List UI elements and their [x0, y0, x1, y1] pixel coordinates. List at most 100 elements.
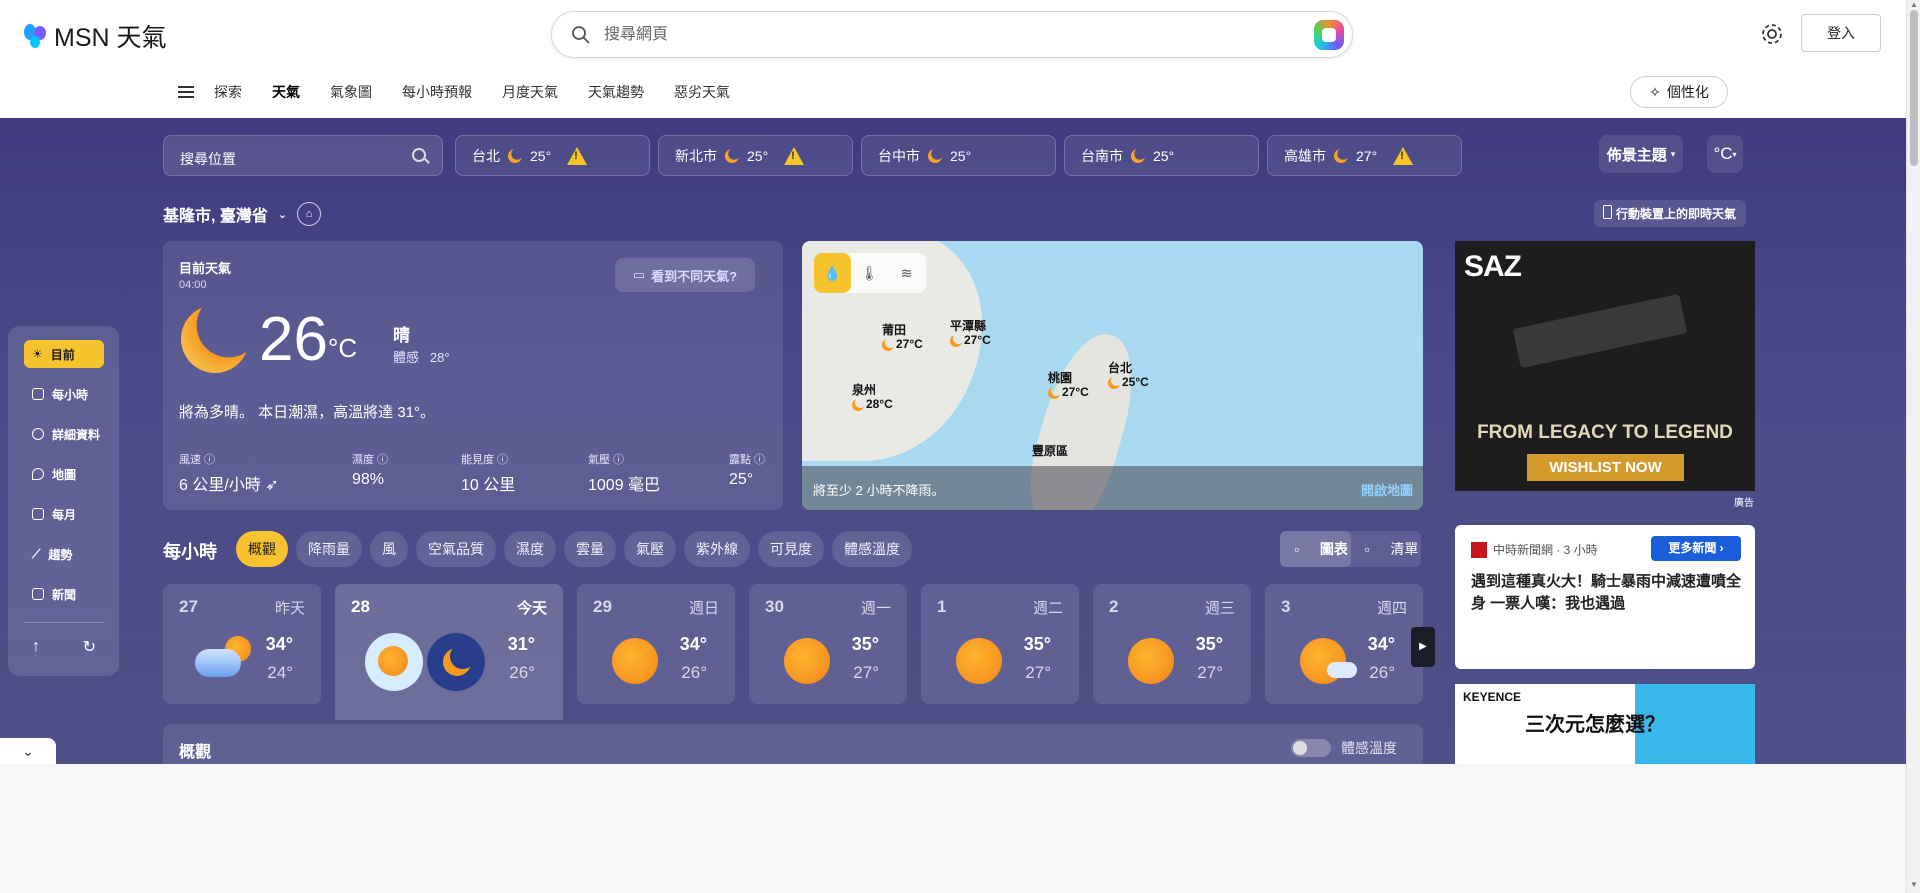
mobile-weather-link[interactable]: 行動裝置上的即時天氣: [1594, 200, 1747, 227]
menu-icon[interactable]: [178, 86, 194, 98]
chevron-down-icon[interactable]: ⌄: [278, 208, 287, 221]
ad-banner[interactable]: SAZ FROM LEGACY TO LEGEND WISHLIST NOW: [1455, 241, 1755, 491]
weather-map[interactable]: 💧 🌡 ≋ 莆田 27°C 平潭縣 27°C 泉州 28°C 桃園 27°C 台北 25°…: [802, 241, 1423, 510]
web-search-box[interactable]: [551, 11, 1353, 58]
pill-air-quality[interactable]: 空氣品質: [416, 531, 496, 567]
open-map-link[interactable]: 開啟地圖: [1361, 480, 1413, 499]
raindrop-icon[interactable]: 💧: [814, 253, 851, 293]
different-weather-button[interactable]: ▭ 看到不同天氣?: [615, 258, 755, 292]
warning-icon[interactable]: [567, 146, 588, 165]
thermometer-icon[interactable]: 🌡: [851, 253, 888, 293]
refresh-icon[interactable]: ↻: [83, 637, 96, 657]
sidebar-item-trends[interactable]: ⟋ 趨勢: [24, 540, 104, 568]
map-marker[interactable]: 泉州 28°C: [852, 383, 893, 411]
nav-item-weather[interactable]: 天氣: [272, 81, 300, 103]
map-marker[interactable]: 台北 25°C: [1108, 361, 1149, 389]
personalize-button[interactable]: ✧ 個性化: [1630, 76, 1728, 108]
list-view-button[interactable]: ▫ 清單: [1351, 531, 1422, 567]
warning-icon[interactable]: [1393, 146, 1414, 165]
sidebar-item-current[interactable]: ☀ 目前: [24, 340, 104, 368]
map-marker[interactable]: 豐原區: [1032, 444, 1068, 458]
next-days-arrow[interactable]: ▶: [1411, 627, 1435, 667]
day-card[interactable]: 2 週三 35° 27°: [1093, 584, 1251, 704]
sidebar-item-hourly[interactable]: 每小時: [24, 380, 104, 408]
nav-item-severe[interactable]: 惡劣天氣: [674, 81, 730, 103]
city-name: 台北: [472, 147, 500, 164]
moon-icon: [1131, 148, 1145, 163]
pill-uv[interactable]: 紫外線: [684, 531, 750, 567]
arrow-up-icon[interactable]: ↑: [32, 638, 40, 656]
sidebar-item-details[interactable]: 詳細資料: [24, 420, 104, 448]
chart-view-button[interactable]: ▫ 圖表: [1280, 531, 1351, 567]
msn-logo[interactable]: MSN 天氣: [22, 18, 167, 54]
nav-item-monthly[interactable]: 月度天氣: [502, 81, 558, 103]
sidebar-item-news[interactable]: 新聞: [24, 580, 104, 608]
theme-button[interactable]: 佈景主題 ▾: [1599, 135, 1683, 173]
stat-value: 25°: [729, 471, 754, 488]
gear-icon[interactable]: [1760, 22, 1784, 46]
page-scrollbar[interactable]: ▲ ▼: [1906, 0, 1920, 893]
city-chip[interactable]: 高雄市 27°: [1267, 135, 1462, 176]
current-temperature: 26°C: [259, 305, 357, 375]
city-chip[interactable]: 台南市 25°: [1064, 135, 1259, 176]
moon-icon: [508, 148, 522, 163]
feels-like-label: 體感: [393, 350, 420, 365]
pill-pressure[interactable]: 氣壓: [624, 531, 676, 567]
toggle-label: 體感溫度: [1341, 740, 1397, 756]
day-card[interactable]: 1 週二 35° 27°: [921, 584, 1079, 704]
sidebar-item-monthly[interactable]: 每月: [24, 500, 104, 528]
home-icon[interactable]: ⌂: [297, 202, 322, 226]
chevron-down-icon: ▾: [1732, 149, 1737, 159]
nav-item-trends[interactable]: 天氣趨勢: [588, 81, 644, 103]
day-card[interactable]: 30 週一 35° 27°: [749, 584, 907, 704]
day-card[interactable]: 3 週四 34° 26°: [1265, 584, 1423, 704]
toggle-switch[interactable]: [1291, 739, 1331, 757]
moon-icon: [725, 148, 739, 163]
day-card[interactable]: 28 今天 31° 26°: [335, 584, 563, 720]
nav-item-maps[interactable]: 氣象圖: [330, 81, 372, 103]
pill-feels-like[interactable]: 體感溫度: [832, 531, 912, 567]
pill-overview[interactable]: 概觀: [236, 531, 288, 567]
scroll-down-icon[interactable]: ▼: [1909, 880, 1919, 890]
ad-product-image: [1512, 293, 1688, 369]
more-news-button[interactable]: 更多新聞 ›: [1651, 536, 1741, 561]
news-title[interactable]: 遇到這種真火大！騎士暴雨中減速遭噴全身 一票人嘆：我也遇過: [1471, 571, 1746, 615]
nav-item-explore[interactable]: 探索: [214, 81, 242, 103]
signin-button[interactable]: 登入: [1801, 14, 1881, 52]
pill-cloud-cover[interactable]: 雲量: [564, 531, 616, 567]
city-chip[interactable]: 新北市 25°: [658, 135, 853, 176]
ad-cta-button[interactable]: WISHLIST NOW: [1527, 454, 1684, 481]
location-search[interactable]: 搜尋位置: [163, 135, 443, 176]
web-search-input[interactable]: [604, 25, 1244, 44]
wind-icon[interactable]: ≋: [888, 253, 925, 293]
ad-banner[interactable]: KEYENCE 三次元怎麼選？: [1455, 684, 1755, 764]
city-name: 台南市: [1081, 147, 1123, 164]
chevron-down-icon[interactable]: ⌄: [0, 738, 56, 764]
city-chip[interactable]: 台中市 25°: [861, 135, 1056, 176]
pill-visibility[interactable]: 可見度: [758, 531, 824, 567]
map-marker[interactable]: 桃園 27°C: [1048, 371, 1089, 399]
view-toggle: ▫ 圖表 ▫ 清單: [1280, 531, 1421, 567]
pill-wind[interactable]: 風: [370, 531, 408, 567]
scrollbar-thumb[interactable]: [1910, 10, 1918, 166]
pill-precipitation[interactable]: 降雨量: [296, 531, 362, 567]
day-card[interactable]: 29 週日 34° 26°: [577, 584, 735, 704]
nav-item-hourly[interactable]: 每小時預報: [402, 81, 472, 103]
map-marker[interactable]: 莆田 27°C: [882, 323, 923, 351]
sidebar-item-label: 每小時: [52, 387, 89, 402]
warning-icon[interactable]: [784, 146, 805, 165]
copilot-icon[interactable]: [1314, 20, 1344, 50]
news-card[interactable]: 中時新聞網 · 3 小時 更多新聞 › 遇到這種真火大！騎士暴雨中減速遭噴全身 …: [1455, 525, 1755, 669]
unit-button[interactable]: °C ▾: [1707, 135, 1743, 173]
city-chip[interactable]: 台北 25°: [455, 135, 650, 176]
feels-like-toggle[interactable]: 體感溫度: [1291, 738, 1397, 758]
personalize-label: 個性化: [1666, 84, 1709, 100]
sidebar-item-map[interactable]: 地圖: [24, 460, 104, 488]
stat-label: 濕度: [352, 454, 374, 466]
location-name[interactable]: 基隆市, 臺灣省: [163, 202, 268, 226]
pill-humidity[interactable]: 濕度: [504, 531, 556, 567]
scroll-up-icon[interactable]: ▲: [1909, 0, 1919, 10]
day-card[interactable]: 27 昨天 34° 24°: [163, 584, 321, 704]
map-marker[interactable]: 平潭縣 27°C: [950, 319, 991, 347]
day-low: 27°: [853, 663, 879, 682]
